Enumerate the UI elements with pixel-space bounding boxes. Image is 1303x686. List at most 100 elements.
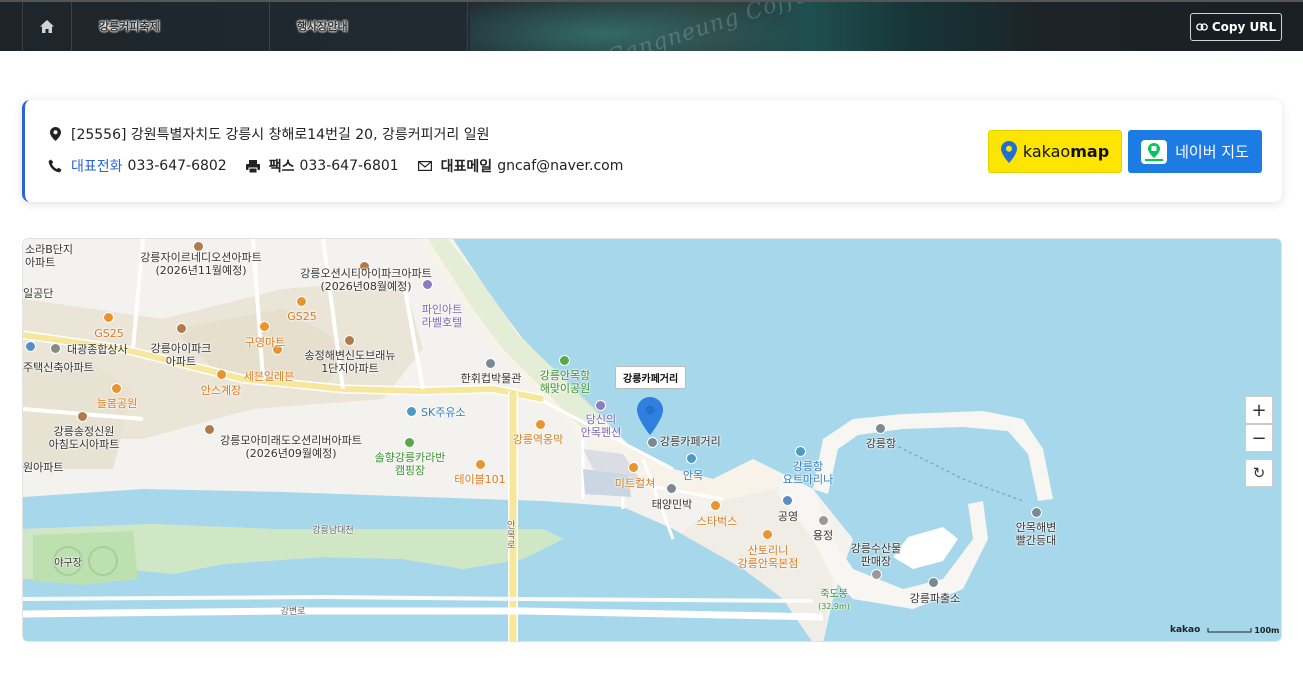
map-label-haemaji: 강릉안목항 해맞이공원	[539, 369, 591, 395]
zoom-in-button[interactable]: +	[1245, 396, 1273, 424]
phone-number[interactable]: 033-647-6802	[128, 158, 227, 174]
naver-map-button[interactable]: 네이버 지도	[1128, 130, 1262, 173]
map-label-hanhwi: 한휘컵박물관	[460, 372, 522, 385]
map-marker-label: 강릉카페거리	[615, 366, 687, 389]
home-button[interactable]	[22, 2, 72, 51]
scale-text: 100m	[1254, 625, 1280, 635]
port-icon	[875, 423, 886, 434]
map-label-gs25-a: GS25	[94, 327, 124, 340]
map-label-yagujang: 야구장	[54, 558, 82, 569]
map-label-lighthouse: 안목해변 빨간등대	[1015, 521, 1057, 547]
fax-number: 033-647-6801	[299, 158, 399, 174]
fax-label: 팩스	[268, 159, 295, 175]
naver-map-label: 네이버 지도	[1175, 143, 1249, 161]
museum-icon	[485, 358, 496, 369]
marina-icon	[795, 446, 806, 457]
guide-menu-label: 행사장안내	[297, 20, 348, 33]
top-navigation-bar: Gangneung Coffee Festival 강릉커피축제 행사장안내 C…	[0, 0, 1303, 51]
restaurant-icon	[111, 383, 122, 394]
phone-icon	[47, 158, 63, 174]
kakao-map-label-kakao: kakao	[1022, 142, 1071, 161]
apartment-poi-icon	[77, 411, 88, 422]
mail-icon	[417, 158, 433, 174]
map-label-susan: 강릉수산물 판매장	[850, 542, 902, 568]
map-label-moamirae: 강릉모아미래도오션리버아파트 (2026년09월예정)	[220, 434, 362, 460]
email-label: 대표메일	[440, 159, 493, 175]
kakao-map-pin-icon	[1000, 140, 1017, 163]
parking-icon	[782, 495, 793, 506]
park-icon	[559, 355, 570, 366]
ferry-icon	[686, 453, 697, 464]
map-label-yacht: 강릉항 요트마리나	[782, 460, 834, 486]
map-label-jukdobong-height: (32.9m)	[818, 602, 850, 611]
map-label-starbucks: 스타벅스	[696, 515, 738, 528]
zoom-out-button[interactable]: −	[1245, 424, 1273, 452]
lighthouse-icon	[1031, 507, 1042, 518]
cafe-icon	[710, 500, 721, 511]
kakao-map-button[interactable]: kakaomap	[988, 130, 1122, 173]
map-label-gongyeong: 공영	[777, 510, 799, 523]
gas-station-icon	[406, 406, 417, 417]
lodging-icon	[666, 483, 677, 494]
reset-map-button[interactable]: ↻	[1245, 459, 1273, 487]
apartment-poi-icon	[176, 323, 187, 334]
cafe-icon	[762, 529, 773, 540]
map-label-table101: 테이블101	[454, 473, 506, 486]
copy-url-button[interactable]: Copy URL	[1190, 13, 1282, 41]
map-label-santorini: 산토리니 강릉안목본점	[737, 544, 799, 570]
map-label-anmokro: 안목로	[507, 521, 516, 551]
map-label-songjeongsin: 강릉송정신원 아침도시아파트	[48, 425, 120, 451]
location-info-card: [25556] 강원특별자치도 강릉시 창해로14번길 20, 강릉커피거리 일…	[22, 100, 1282, 202]
address-text: [25556] 강원특별자치도 강릉시 창해로14번길 20, 강릉커피거리 일…	[71, 127, 490, 143]
map-label-gangneunghang: 강릉항	[865, 437, 897, 450]
cafe-street-poi-icon	[647, 437, 658, 448]
parking-icon	[25, 341, 36, 352]
police-station-icon	[928, 577, 939, 588]
minus-icon: −	[1251, 427, 1267, 449]
map-label-taeyang: 태양민박	[651, 498, 693, 511]
fax-icon	[245, 158, 261, 174]
map-label-apt-left: 원아파트	[23, 461, 64, 474]
map-label-yeokmyeong: 강릉역옹막	[512, 433, 564, 446]
map-view[interactable]: 소라B단지 아파트 일공단 강릉자이르네디오션아파트 (2026년11월예정) 강릉…	[22, 238, 1282, 642]
pension-icon	[595, 400, 606, 411]
apartment-poi-icon	[344, 335, 355, 346]
festival-menu-label: 강릉커피축제	[99, 20, 160, 33]
plus-icon: +	[1251, 399, 1267, 421]
phone-label: 대표전화	[71, 159, 123, 175]
contact-row: 대표전화 033-647-6802 팩스 033-647-6801 대표메일 g…	[47, 156, 623, 176]
map-label-sora: 소라B단지 아파트	[25, 243, 74, 269]
map-label-neulbom: 늘봄공원	[96, 397, 138, 410]
map-label-anmok: 안목	[682, 469, 704, 482]
map-label-gs25-b: GS25	[287, 310, 317, 323]
address-row: [25556] 강원특별자치도 강릉시 창해로14번길 20, 강릉커피거리 일…	[47, 124, 489, 144]
map-label-cafe-street: 강릉카페거리	[660, 435, 721, 448]
restaurant-icon	[628, 462, 639, 473]
map-label-seben: 세븐일레븐	[243, 370, 295, 383]
map-label-meat: 미트컬쳐	[614, 477, 656, 490]
convenience-store-icon	[103, 312, 114, 323]
kakao-attribution: kakao	[1170, 625, 1201, 635]
map-label-pachulso: 강릉파출소	[909, 592, 961, 605]
map-label-namdaecheon: 강릉남대천	[312, 526, 354, 536]
home-icon	[40, 20, 54, 33]
location-pin-icon	[47, 126, 63, 142]
map-label-xi: 강릉자이르네디오션아파트 (2026년11월예정)	[140, 251, 262, 277]
map-label-ipark: 강릉아이파크 아파트	[150, 342, 212, 368]
guide-menu-dropdown[interactable]: 행사장안내	[270, 2, 468, 51]
map-label-sk: SK주유소	[421, 406, 466, 419]
map-label-oceancity: 강릉오션시티아이파크아파트 (2026년08월예정)	[300, 267, 432, 293]
map-marker-pin-icon[interactable]	[637, 397, 663, 435]
map-label-anseu: 안스계장	[200, 384, 242, 397]
map-label-ilgongdan: 일공단	[23, 287, 54, 300]
convenience-store-icon	[296, 296, 307, 307]
map-label-songjeong: 송정해변신도브래뉴 1단지아파트	[304, 349, 396, 375]
camping-icon	[404, 437, 415, 448]
apartment-poi-icon	[204, 424, 215, 435]
place-poi-icon	[871, 569, 882, 580]
email-address[interactable]: gncaf@naver.com	[497, 158, 623, 174]
refresh-icon: ↻	[1252, 464, 1266, 482]
festival-menu-dropdown[interactable]: 강릉커피축제	[72, 2, 270, 51]
map-label-jutaek: 주택신축아파트	[23, 361, 94, 374]
shop-poi-icon	[50, 343, 61, 354]
